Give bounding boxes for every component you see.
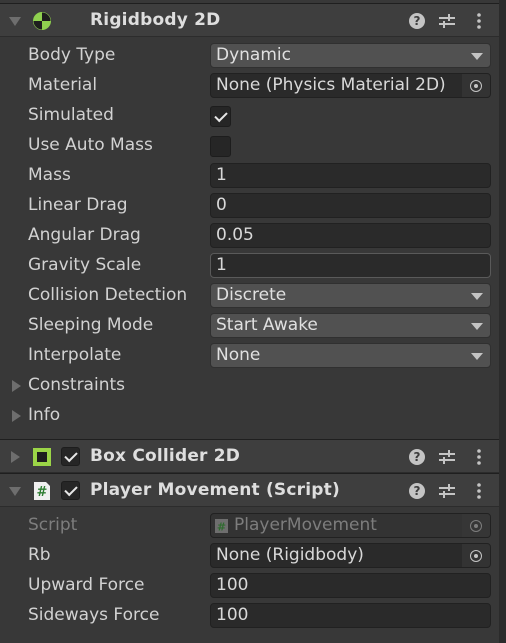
component-title: Box Collider 2D (90, 446, 241, 466)
prop-material: Material None (Physics Material 2D) (0, 71, 499, 101)
checkmark-icon (64, 448, 78, 463)
object-picker-icon (470, 79, 482, 92)
presets-icon[interactable] (438, 482, 456, 500)
prop-linear-drag: Linear Drag 0 (0, 191, 499, 221)
checkmark-icon (214, 108, 228, 123)
svg-text:#: # (37, 485, 48, 500)
presets-icon[interactable] (438, 448, 456, 466)
prop-body-type: Body Type Dynamic (0, 41, 499, 71)
foldout-info[interactable]: Info (0, 401, 499, 431)
object-picker-button[interactable] (462, 544, 490, 567)
help-button[interactable]: ? (409, 483, 425, 499)
help-button[interactable]: ? (409, 13, 425, 29)
prop-label: Sideways Force (28, 605, 160, 625)
dropdown-arrow-icon (471, 353, 483, 360)
foldout-collapsed-icon (12, 380, 21, 392)
mass-input[interactable]: 1 (210, 163, 491, 188)
prop-upward-force: Upward Force 100 (0, 571, 499, 601)
prop-sleeping-mode: Sleeping Mode Start Awake (0, 311, 499, 341)
kebab-menu-icon[interactable] (470, 448, 488, 466)
prop-label: Collision Detection (28, 285, 188, 305)
linear-drag-input[interactable]: 0 (210, 193, 491, 218)
prop-interpolate: Interpolate None (0, 341, 499, 371)
box-collider2d-header[interactable]: Box Collider 2D ? (0, 439, 499, 473)
object-value: None (Physics Material 2D) (216, 75, 446, 95)
interpolate-dropdown[interactable]: None (210, 343, 491, 368)
prop-use-auto-mass: Use Auto Mass (0, 131, 499, 161)
svg-text:#: # (217, 521, 226, 534)
body-type-dropdown[interactable]: Dynamic (210, 43, 491, 68)
player-movement-header[interactable]: # Player Movement (Script) ? (0, 473, 499, 507)
component-title: Player Movement (Script) (90, 480, 340, 500)
rigidbody2d-icon (33, 12, 51, 30)
csharp-script-icon: # (34, 482, 50, 500)
prop-label: Material (28, 75, 98, 95)
presets-icon[interactable] (438, 12, 456, 30)
foldout-expanded-icon[interactable] (9, 487, 21, 496)
rigidbody2d-header[interactable]: Rigidbody 2D ? (0, 3, 499, 37)
prop-label: Simulated (28, 105, 114, 125)
object-picker-icon (470, 519, 482, 532)
object-picker-button[interactable] (462, 74, 490, 97)
prop-rb: Rb None (Rigidbody) (0, 541, 499, 571)
object-picker-icon (470, 549, 482, 562)
prop-gravity-scale: Gravity Scale 1 (0, 251, 499, 281)
component-title: Rigidbody 2D (90, 10, 221, 30)
prop-label: Upward Force (28, 575, 145, 595)
prop-sideways-force: Sideways Force 100 (0, 601, 499, 631)
prop-label: Angular Drag (28, 225, 141, 245)
kebab-menu-icon[interactable] (470, 482, 488, 500)
object-picker-button (462, 514, 490, 537)
prop-label: Gravity Scale (28, 255, 142, 275)
dropdown-arrow-icon (471, 323, 483, 330)
kebab-menu-icon[interactable] (470, 12, 488, 30)
prop-angular-drag: Angular Drag 0.05 (0, 221, 499, 251)
box-collider-enabled-checkbox[interactable] (61, 447, 80, 466)
foldout-label: Info (28, 405, 61, 425)
use-auto-mass-checkbox[interactable] (210, 136, 231, 157)
dropdown-value: Discrete (216, 285, 287, 305)
box-collider2d-icon (33, 448, 51, 466)
prop-label: Linear Drag (28, 195, 128, 215)
sideways-force-input[interactable]: 100 (210, 603, 491, 628)
prop-label: Interpolate (28, 345, 122, 365)
angular-drag-input[interactable]: 0.05 (210, 223, 491, 248)
prop-script: Script # PlayerMovement (0, 511, 499, 541)
prop-label: Use Auto Mass (28, 135, 153, 155)
prop-label: Body Type (28, 45, 116, 65)
collision-detection-dropdown[interactable]: Discrete (210, 283, 491, 308)
prop-label: Mass (28, 165, 71, 185)
foldout-collapsed-icon[interactable] (11, 451, 20, 463)
inspector-scrollbar[interactable] (499, 0, 506, 643)
dropdown-value: None (216, 345, 261, 365)
prop-collision-detection: Collision Detection Discrete (0, 281, 499, 311)
sleeping-mode-dropdown[interactable]: Start Awake (210, 313, 491, 338)
upward-force-input[interactable]: 100 (210, 573, 491, 598)
checkmark-icon (64, 482, 78, 497)
gravity-scale-input[interactable]: 1 (210, 253, 491, 278)
object-value: PlayerMovement (234, 515, 377, 535)
prop-label: Sleeping Mode (28, 315, 154, 335)
dropdown-arrow-icon (471, 53, 483, 60)
rb-object-field[interactable]: None (Rigidbody) (210, 543, 491, 568)
foldout-expanded-icon[interactable] (9, 17, 21, 26)
foldout-label: Constraints (28, 375, 125, 395)
object-value: None (Rigidbody) (216, 545, 364, 565)
material-object-field[interactable]: None (Physics Material 2D) (210, 73, 491, 98)
dropdown-value: Start Awake (216, 315, 318, 335)
player-movement-enabled-checkbox[interactable] (61, 481, 80, 500)
dropdown-arrow-icon (471, 293, 483, 300)
dropdown-value: Dynamic (216, 45, 291, 65)
help-button[interactable]: ? (409, 449, 425, 465)
csharp-script-icon: # (215, 519, 228, 533)
simulated-checkbox[interactable] (210, 106, 231, 127)
script-object-field: # PlayerMovement (210, 513, 491, 538)
prop-label: Script (28, 515, 78, 535)
prop-label: Rb (28, 545, 51, 565)
prop-mass: Mass 1 (0, 161, 499, 191)
foldout-collapsed-icon (12, 410, 21, 422)
prop-simulated: Simulated (0, 101, 499, 131)
foldout-constraints[interactable]: Constraints (0, 371, 499, 401)
